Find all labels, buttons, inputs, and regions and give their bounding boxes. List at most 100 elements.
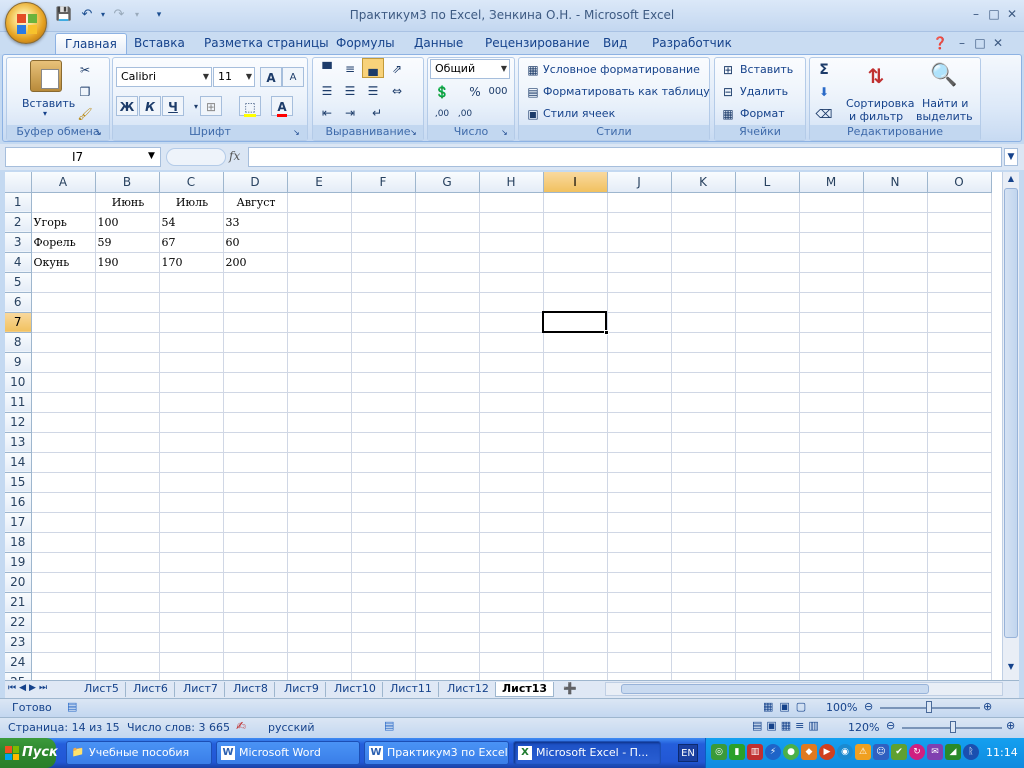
cell[interactable] bbox=[735, 372, 800, 393]
cell[interactable] bbox=[671, 612, 736, 633]
cell[interactable] bbox=[863, 232, 928, 253]
cell[interactable] bbox=[31, 572, 96, 593]
cell[interactable] bbox=[479, 652, 544, 673]
cell[interactable] bbox=[31, 272, 96, 293]
clear-icon[interactable]: ⌫ bbox=[813, 103, 835, 123]
cell[interactable] bbox=[223, 352, 288, 373]
cell[interactable]: 190 bbox=[95, 252, 160, 273]
word-zoom-level[interactable]: 120% bbox=[848, 721, 879, 734]
cell[interactable] bbox=[927, 512, 992, 533]
cell[interactable] bbox=[607, 192, 672, 213]
cell[interactable] bbox=[479, 192, 544, 213]
cell[interactable] bbox=[479, 672, 544, 680]
cell[interactable] bbox=[479, 272, 544, 293]
green-circle-icon[interactable]: ● bbox=[783, 744, 799, 760]
expand-formula-bar-icon[interactable]: ▼ bbox=[1004, 148, 1018, 166]
cell[interactable] bbox=[799, 212, 864, 233]
taskbar-item-word-doc[interactable]: W Практикум3 по Excel... bbox=[364, 741, 509, 765]
cell[interactable] bbox=[543, 352, 608, 373]
battery-icon[interactable]: ▮ bbox=[729, 744, 745, 760]
cell[interactable] bbox=[479, 592, 544, 613]
cell[interactable] bbox=[31, 532, 96, 553]
cell[interactable] bbox=[95, 572, 160, 593]
ribbon-minimize-icon[interactable]: – bbox=[952, 34, 972, 52]
cell[interactable] bbox=[415, 312, 480, 333]
cell[interactable]: 100 bbox=[95, 212, 160, 233]
cell[interactable] bbox=[287, 432, 352, 453]
cell[interactable] bbox=[799, 612, 864, 633]
cell[interactable] bbox=[735, 552, 800, 573]
bluetooth-icon[interactable]: ᚱ bbox=[963, 744, 979, 760]
cell[interactable] bbox=[351, 672, 416, 680]
cell[interactable] bbox=[543, 652, 608, 673]
cell[interactable] bbox=[607, 572, 672, 593]
cell[interactable] bbox=[159, 652, 224, 673]
cell[interactable] bbox=[671, 572, 736, 593]
cell[interactable] bbox=[223, 292, 288, 313]
cell[interactable] bbox=[415, 592, 480, 613]
align-center-icon[interactable]: ☰ bbox=[339, 80, 361, 100]
sheet-tab[interactable]: Лист9 bbox=[278, 682, 326, 697]
fx-icon[interactable]: fx bbox=[229, 149, 240, 163]
cell[interactable] bbox=[287, 592, 352, 613]
cell[interactable] bbox=[351, 432, 416, 453]
cell[interactable] bbox=[95, 672, 160, 680]
cell[interactable]: 33 bbox=[223, 212, 288, 233]
cell[interactable] bbox=[159, 332, 224, 353]
close-icon[interactable]: ✕ bbox=[1002, 5, 1022, 23]
lightning-icon[interactable]: ⚡ bbox=[765, 744, 781, 760]
insert-cells-icon[interactable]: ⊞ bbox=[717, 59, 739, 79]
delete-cells-icon[interactable]: ⊟ bbox=[717, 81, 739, 101]
cell[interactable] bbox=[415, 472, 480, 493]
cell-styles-icon[interactable]: ▣ bbox=[522, 103, 544, 123]
cell[interactable] bbox=[927, 432, 992, 453]
cell[interactable]: Июль bbox=[159, 192, 224, 213]
cell[interactable] bbox=[543, 452, 608, 473]
cell[interactable] bbox=[287, 472, 352, 493]
cell[interactable] bbox=[863, 352, 928, 373]
cell[interactable] bbox=[351, 212, 416, 233]
column-header[interactable]: F bbox=[351, 172, 416, 193]
cell[interactable] bbox=[607, 272, 672, 293]
cell[interactable] bbox=[799, 492, 864, 513]
macro-record-icon[interactable]: ▤ bbox=[67, 700, 77, 713]
cell[interactable] bbox=[31, 652, 96, 673]
wrap-text-icon[interactable]: ↵ bbox=[366, 102, 388, 122]
tab-home[interactable]: Главная bbox=[55, 33, 127, 54]
cell[interactable] bbox=[223, 312, 288, 333]
cell[interactable] bbox=[287, 212, 352, 233]
cell[interactable] bbox=[927, 292, 992, 313]
cell[interactable] bbox=[863, 412, 928, 433]
row-header[interactable]: 1 bbox=[5, 192, 32, 213]
cell-styles-button[interactable]: Стили ячеек bbox=[543, 107, 615, 120]
cell[interactable] bbox=[95, 352, 160, 373]
cell[interactable] bbox=[31, 352, 96, 373]
cell[interactable] bbox=[543, 392, 608, 413]
row-header[interactable]: 6 bbox=[5, 292, 32, 313]
cell[interactable] bbox=[223, 572, 288, 593]
cell[interactable] bbox=[607, 652, 672, 673]
cell[interactable]: Июнь bbox=[95, 192, 160, 213]
spelling-check-icon[interactable]: ✍ bbox=[236, 719, 246, 733]
help-icon[interactable]: ❓ bbox=[930, 34, 950, 52]
cell[interactable] bbox=[799, 552, 864, 573]
cell[interactable] bbox=[671, 232, 736, 253]
align-right-icon[interactable]: ☰ bbox=[362, 80, 384, 100]
word-view-buttons-icon[interactable]: ▤▣▦≡▥ bbox=[752, 719, 823, 732]
cell[interactable] bbox=[415, 292, 480, 313]
column-header[interactable]: C bbox=[159, 172, 224, 193]
cell[interactable] bbox=[95, 292, 160, 313]
cell[interactable] bbox=[95, 372, 160, 393]
cell[interactable] bbox=[735, 532, 800, 553]
sheet-tab[interactable]: Лист11 bbox=[384, 682, 439, 697]
horizontal-scrollbar[interactable] bbox=[605, 682, 1003, 696]
cell[interactable] bbox=[863, 452, 928, 473]
cell[interactable] bbox=[863, 592, 928, 613]
zoom-level[interactable]: 100% bbox=[826, 701, 857, 714]
cell[interactable] bbox=[735, 292, 800, 313]
cell[interactable] bbox=[735, 632, 800, 653]
cell[interactable] bbox=[95, 332, 160, 353]
cell[interactable] bbox=[287, 312, 352, 333]
cell[interactable] bbox=[607, 212, 672, 233]
cell[interactable]: 200 bbox=[223, 252, 288, 273]
